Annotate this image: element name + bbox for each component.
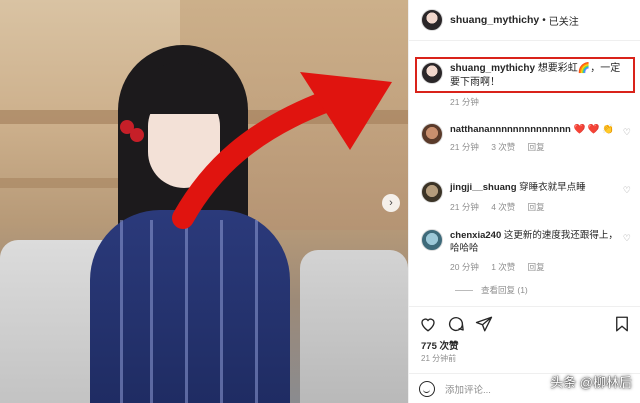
comment-text: ❤️ ❤️ 👏: [573, 124, 615, 135]
caption-text-block: shuang_mythichy 想要彩虹🌈，一定要下雨啊！ 21 分钟: [450, 62, 630, 109]
bookmark-icon[interactable]: [613, 315, 631, 333]
view-replies-label: 查看回复 (1): [481, 285, 528, 295]
comment-meta: 20 分钟 1 次赞 回复: [450, 261, 620, 274]
post-photo[interactable]: ›: [0, 0, 408, 403]
caption-meta: 21 分钟: [450, 95, 630, 109]
comment-item: jingji__shuang 穿睡衣就早点睡 21 分钟 4 次赞 回复 ♡: [421, 181, 635, 214]
avatar[interactable]: [421, 229, 443, 251]
comment-time: 21 分钟: [450, 142, 479, 152]
share-icon[interactable]: [475, 315, 493, 333]
reply-button[interactable]: 回复: [528, 142, 545, 152]
comment-likes[interactable]: 4 次赞: [491, 202, 515, 212]
separator-dot: •: [542, 14, 546, 26]
replies-divider-line: [455, 289, 473, 291]
likes-count[interactable]: 775 次赞: [421, 338, 459, 352]
comment-body: natthanannnnnnnnnnnnnn ❤️ ❤️ 👏 21 分钟 3 次…: [450, 123, 620, 154]
heart-icon[interactable]: ♡: [623, 127, 631, 138]
watermark: 头条 @柳林后: [550, 375, 632, 390]
comment-item: chenxia240 这更新的速度我还跟得上，哈哈哈 20 分钟 1 次赞 回复…: [421, 229, 635, 274]
avatar[interactable]: [421, 123, 443, 145]
comment-text: 穿睡衣就早点睡: [519, 182, 586, 193]
comment-time: 20 分钟: [450, 262, 479, 272]
follow-status-button[interactable]: 已关注: [549, 13, 579, 28]
post-side-panel: shuang_mythichy • 已关注 shuang_mythichy 想要…: [408, 0, 640, 403]
heart-icon[interactable]: ♡: [623, 185, 631, 196]
comment-meta: 21 分钟 3 次赞 回复: [450, 141, 620, 154]
comment-likes[interactable]: 1 次赞: [491, 262, 515, 272]
reply-button[interactable]: 回复: [528, 262, 545, 272]
caption: shuang_mythichy 想要彩虹🌈，一定要下雨啊！ 21 分钟: [421, 62, 631, 109]
reply-button[interactable]: 回复: [528, 202, 545, 212]
header-username[interactable]: shuang_mythichy: [450, 14, 539, 26]
comment-body: jingji__shuang 穿睡衣就早点睡 21 分钟 4 次赞 回复: [450, 181, 620, 214]
comment-likes[interactable]: 3 次赞: [491, 142, 515, 152]
comment-username[interactable]: natthanannnnnnnnnnnnnn: [450, 124, 571, 135]
post-header: shuang_mythichy • 已关注: [409, 0, 640, 41]
avatar[interactable]: [421, 62, 443, 84]
screenshot-frame: › shuang_mythichy • 已关注 shuang_mythichy …: [0, 0, 640, 403]
action-icons: [419, 315, 493, 333]
comment-item: natthanannnnnnnnnnnnnn ❤️ ❤️ 👏 21 分钟 3 次…: [421, 123, 635, 154]
comment-username[interactable]: jingji__shuang: [450, 182, 517, 193]
posted-time: 21 分钟前: [421, 354, 457, 363]
comment-body: chenxia240 这更新的速度我还跟得上，哈哈哈 20 分钟 1 次赞 回复: [450, 229, 620, 274]
comment-icon[interactable]: [447, 315, 465, 333]
comment-username[interactable]: chenxia240: [450, 230, 501, 241]
view-replies-button[interactable]: 查看回复 (1): [455, 284, 528, 296]
add-comment-input[interactable]: 添加评论...: [445, 382, 491, 396]
heart-icon[interactable]: ♡: [623, 233, 631, 244]
comment-meta: 21 分钟 4 次赞 回复: [450, 201, 620, 214]
avatar[interactable]: [421, 9, 443, 31]
smile-icon[interactable]: [419, 381, 435, 397]
chevron-right-icon[interactable]: ›: [382, 194, 400, 212]
red-arrow-annotation: [172, 72, 392, 229]
comment-time: 21 分钟: [450, 202, 479, 212]
caption-username[interactable]: shuang_mythichy: [450, 63, 535, 74]
avatar[interactable]: [421, 181, 443, 203]
caption-time: 21 分钟: [450, 97, 479, 107]
heart-icon[interactable]: [419, 315, 437, 333]
